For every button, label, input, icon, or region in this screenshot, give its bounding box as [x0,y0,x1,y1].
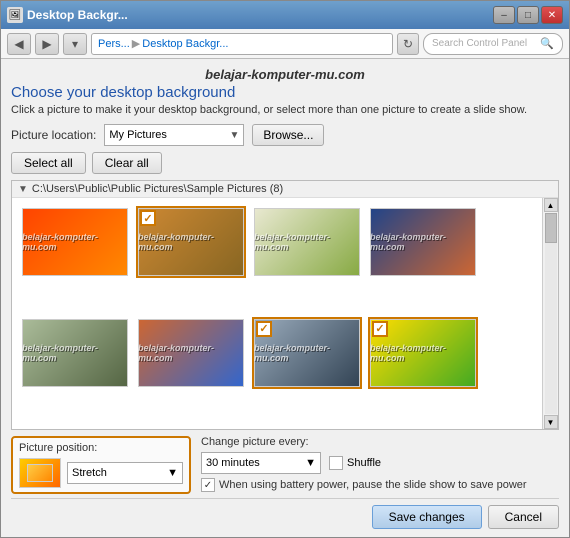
picture-position-box: Picture position: Stretch ▼ [11,436,191,494]
watermark: belajar-komputer-mu.com [22,319,128,387]
watermark: belajar-komputer-mu.com [22,208,128,276]
search-box[interactable]: Search Control Panel 🔍 [423,33,563,55]
scroll-up-button[interactable]: ▲ [544,198,558,212]
picture-position-inner: Stretch ▼ [19,458,183,488]
chevron-down-icon: ▼ [305,457,316,469]
picture-grid-container: ▼ C:\Users\Public\Public Pictures\Sample… [11,180,559,430]
picture-item-chrysanthemum[interactable]: belajar-komputer-mu.com [20,206,130,278]
interval-value: 30 minutes [206,457,260,469]
forward-button[interactable]: ▶ [35,33,59,55]
picture-location-dropdown[interactable]: My Pictures ▼ [104,124,244,146]
picture-item-lighthouse[interactable]: belajar-komputer-mu.com [136,317,246,389]
site-banner: belajar-komputer-mu.com [11,67,559,82]
search-icon: 🔍 [540,37,554,50]
picture-location-label: Picture location: [11,128,96,142]
scroll-thumb[interactable] [545,213,557,243]
watermark: belajar-komputer-mu.com [138,319,244,387]
page-content: belajar-komputer-mu.com Choose your desk… [1,59,569,537]
scroll-track [545,213,557,414]
picture-thumbnail: belajar-komputer-mu.com [22,319,128,387]
grid-path: C:\Users\Public\Public Pictures\Sample P… [32,183,283,195]
picture-item-jellyfish[interactable]: belajar-komputer-mu.com [368,206,478,278]
window-controls: – □ ✕ [493,6,563,24]
breadcrumb-2: Desktop Backgr... [142,38,228,50]
dropdown-button[interactable]: ▾ [63,33,87,55]
breadcrumb-1: Pers... [98,38,130,50]
close-button[interactable]: ✕ [541,6,563,24]
picture-item-penguins[interactable]: belajar-komputer-mu.com [252,317,362,389]
select-all-button[interactable]: Select all [11,152,86,174]
window-title: Desktop Backgr... [27,8,493,22]
address-bar: ◀ ▶ ▾ Pers... ▶ Desktop Backgr... ↻ Sear… [1,29,569,59]
bottom-section: Picture position: Stretch ▼ Change pictu… [11,430,559,494]
minimize-button[interactable]: – [493,6,515,24]
picture-checkbox-penguins[interactable] [256,321,272,337]
picture-position-value: Stretch [72,467,107,479]
battery-checkbox[interactable] [201,478,215,492]
window: 🖼 Desktop Backgr... – □ ✕ ◀ ▶ ▾ Pers... … [0,0,570,538]
picture-item-tulips[interactable]: belajar-komputer-mu.com [368,317,478,389]
change-picture-interval-dropdown[interactable]: 30 minutes ▼ [201,452,321,474]
scrollbar[interactable]: ▲ ▼ [542,198,558,429]
battery-row: When using battery power, pause the slid… [201,478,559,492]
pictures-grid: belajar-komputer-mu.com belajar-komputer… [12,198,558,429]
battery-label: When using battery power, pause the slid… [219,479,527,491]
picture-checkbox-desert[interactable] [140,210,156,226]
picture-position-label: Picture position: [19,442,183,454]
picture-item-desert[interactable]: belajar-komputer-mu.com [136,206,246,278]
picture-item-koala[interactable]: belajar-komputer-mu.com [20,317,130,389]
save-changes-button[interactable]: Save changes [372,505,482,529]
expand-icon[interactable]: ▼ [18,184,28,195]
chevron-down-icon: ▼ [229,130,239,141]
change-picture-label: Change picture every: [201,436,559,448]
refresh-button[interactable]: ↻ [397,33,419,55]
select-clear-row: Select all Clear all [11,152,559,174]
back-button[interactable]: ◀ [7,33,31,55]
picture-position-preview [19,458,61,488]
shuffle-checkbox[interactable] [329,456,343,470]
page-title: Choose your desktop background [11,84,559,101]
scroll-down-button[interactable]: ▼ [544,415,558,429]
address-box[interactable]: Pers... ▶ Desktop Backgr... [91,33,393,55]
picture-thumbnail: belajar-komputer-mu.com [370,208,476,276]
picture-thumbnail: belajar-komputer-mu.com [254,208,360,276]
shuffle-row: Shuffle [329,456,381,470]
picture-location-row: Picture location: My Pictures ▼ Browse..… [11,124,559,146]
search-placeholder: Search Control Panel [432,38,527,49]
grid-path-row: ▼ C:\Users\Public\Public Pictures\Sample… [12,181,558,198]
title-bar: 🖼 Desktop Backgr... – □ ✕ [1,1,569,29]
maximize-button[interactable]: □ [517,6,539,24]
clear-all-button[interactable]: Clear all [92,152,162,174]
picture-thumbnail: belajar-komputer-mu.com [22,208,128,276]
browse-button[interactable]: Browse... [252,124,324,146]
footer-row: Save changes Cancel [11,498,559,529]
chevron-down-icon: ▼ [167,467,178,479]
page-description: Click a picture to make it your desktop … [11,104,559,116]
watermark: belajar-komputer-mu.com [370,208,476,276]
cancel-button[interactable]: Cancel [488,505,559,529]
watermark: belajar-komputer-mu.com [254,208,360,276]
picture-position-dropdown[interactable]: Stretch ▼ [67,462,183,484]
picture-checkbox-tulips[interactable] [372,321,388,337]
shuffle-label: Shuffle [347,457,381,469]
picture-item-hydrangeas[interactable]: belajar-komputer-mu.com [252,206,362,278]
picture-thumbnail: belajar-komputer-mu.com [138,319,244,387]
change-picture-row: 30 minutes ▼ Shuffle [201,452,559,474]
change-picture-box: Change picture every: 30 minutes ▼ Shuff… [201,436,559,494]
window-icon: 🖼 [7,7,23,23]
